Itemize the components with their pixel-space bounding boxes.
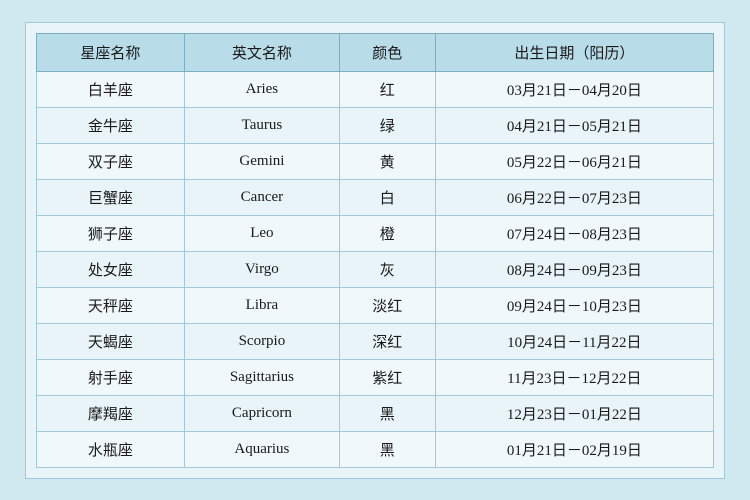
- cell-english-name: Gemini: [184, 143, 339, 179]
- cell-chinese-name: 天蝎座: [37, 323, 185, 359]
- cell-color: 绿: [339, 107, 435, 143]
- header-chinese-name: 星座名称: [37, 33, 185, 71]
- cell-color: 紫红: [339, 359, 435, 395]
- cell-color: 深红: [339, 323, 435, 359]
- cell-dates: 01月21日－02月19日: [435, 431, 713, 467]
- table-body: 白羊座Aries红03月21日－04月20日金牛座Taurus绿04月21日－0…: [37, 71, 714, 467]
- cell-dates: 03月21日－04月20日: [435, 71, 713, 107]
- header-dates: 出生日期（阳历）: [435, 33, 713, 71]
- cell-dates: 10月24日－11月22日: [435, 323, 713, 359]
- table-row: 水瓶座Aquarius黑01月21日－02月19日: [37, 431, 714, 467]
- cell-color: 白: [339, 179, 435, 215]
- cell-english-name: Sagittarius: [184, 359, 339, 395]
- table-row: 射手座Sagittarius紫红11月23日－12月22日: [37, 359, 714, 395]
- cell-color: 黄: [339, 143, 435, 179]
- cell-dates: 08月24日－09月23日: [435, 251, 713, 287]
- table-row: 天秤座Libra淡红09月24日－10月23日: [37, 287, 714, 323]
- table-row: 白羊座Aries红03月21日－04月20日: [37, 71, 714, 107]
- cell-dates: 04月21日－05月21日: [435, 107, 713, 143]
- cell-color: 黑: [339, 395, 435, 431]
- cell-color: 红: [339, 71, 435, 107]
- table-header-row: 星座名称 英文名称 颜色 出生日期（阳历）: [37, 33, 714, 71]
- zodiac-table-container: 星座名称 英文名称 颜色 出生日期（阳历） 白羊座Aries红03月21日－04…: [25, 22, 725, 479]
- cell-color: 黑: [339, 431, 435, 467]
- table-row: 金牛座Taurus绿04月21日－05月21日: [37, 107, 714, 143]
- cell-english-name: Capricorn: [184, 395, 339, 431]
- cell-dates: 11月23日－12月22日: [435, 359, 713, 395]
- cell-chinese-name: 金牛座: [37, 107, 185, 143]
- zodiac-table: 星座名称 英文名称 颜色 出生日期（阳历） 白羊座Aries红03月21日－04…: [36, 33, 714, 468]
- cell-chinese-name: 处女座: [37, 251, 185, 287]
- cell-color: 灰: [339, 251, 435, 287]
- cell-english-name: Virgo: [184, 251, 339, 287]
- table-row: 处女座Virgo灰08月24日－09月23日: [37, 251, 714, 287]
- cell-chinese-name: 狮子座: [37, 215, 185, 251]
- cell-chinese-name: 天秤座: [37, 287, 185, 323]
- cell-color: 橙: [339, 215, 435, 251]
- cell-english-name: Taurus: [184, 107, 339, 143]
- cell-chinese-name: 摩羯座: [37, 395, 185, 431]
- cell-chinese-name: 双子座: [37, 143, 185, 179]
- cell-chinese-name: 射手座: [37, 359, 185, 395]
- table-row: 摩羯座Capricorn黑12月23日－01月22日: [37, 395, 714, 431]
- cell-chinese-name: 巨蟹座: [37, 179, 185, 215]
- table-row: 天蝎座Scorpio深红10月24日－11月22日: [37, 323, 714, 359]
- cell-color: 淡红: [339, 287, 435, 323]
- cell-english-name: Libra: [184, 287, 339, 323]
- cell-english-name: Scorpio: [184, 323, 339, 359]
- cell-english-name: Cancer: [184, 179, 339, 215]
- header-color: 颜色: [339, 33, 435, 71]
- cell-chinese-name: 水瓶座: [37, 431, 185, 467]
- cell-dates: 05月22日－06月21日: [435, 143, 713, 179]
- cell-dates: 09月24日－10月23日: [435, 287, 713, 323]
- table-row: 双子座Gemini黄05月22日－06月21日: [37, 143, 714, 179]
- header-english-name: 英文名称: [184, 33, 339, 71]
- table-row: 巨蟹座Cancer白06月22日－07月23日: [37, 179, 714, 215]
- table-row: 狮子座Leo橙07月24日－08月23日: [37, 215, 714, 251]
- cell-chinese-name: 白羊座: [37, 71, 185, 107]
- cell-dates: 07月24日－08月23日: [435, 215, 713, 251]
- cell-dates: 12月23日－01月22日: [435, 395, 713, 431]
- cell-english-name: Aquarius: [184, 431, 339, 467]
- cell-english-name: Aries: [184, 71, 339, 107]
- cell-dates: 06月22日－07月23日: [435, 179, 713, 215]
- cell-english-name: Leo: [184, 215, 339, 251]
